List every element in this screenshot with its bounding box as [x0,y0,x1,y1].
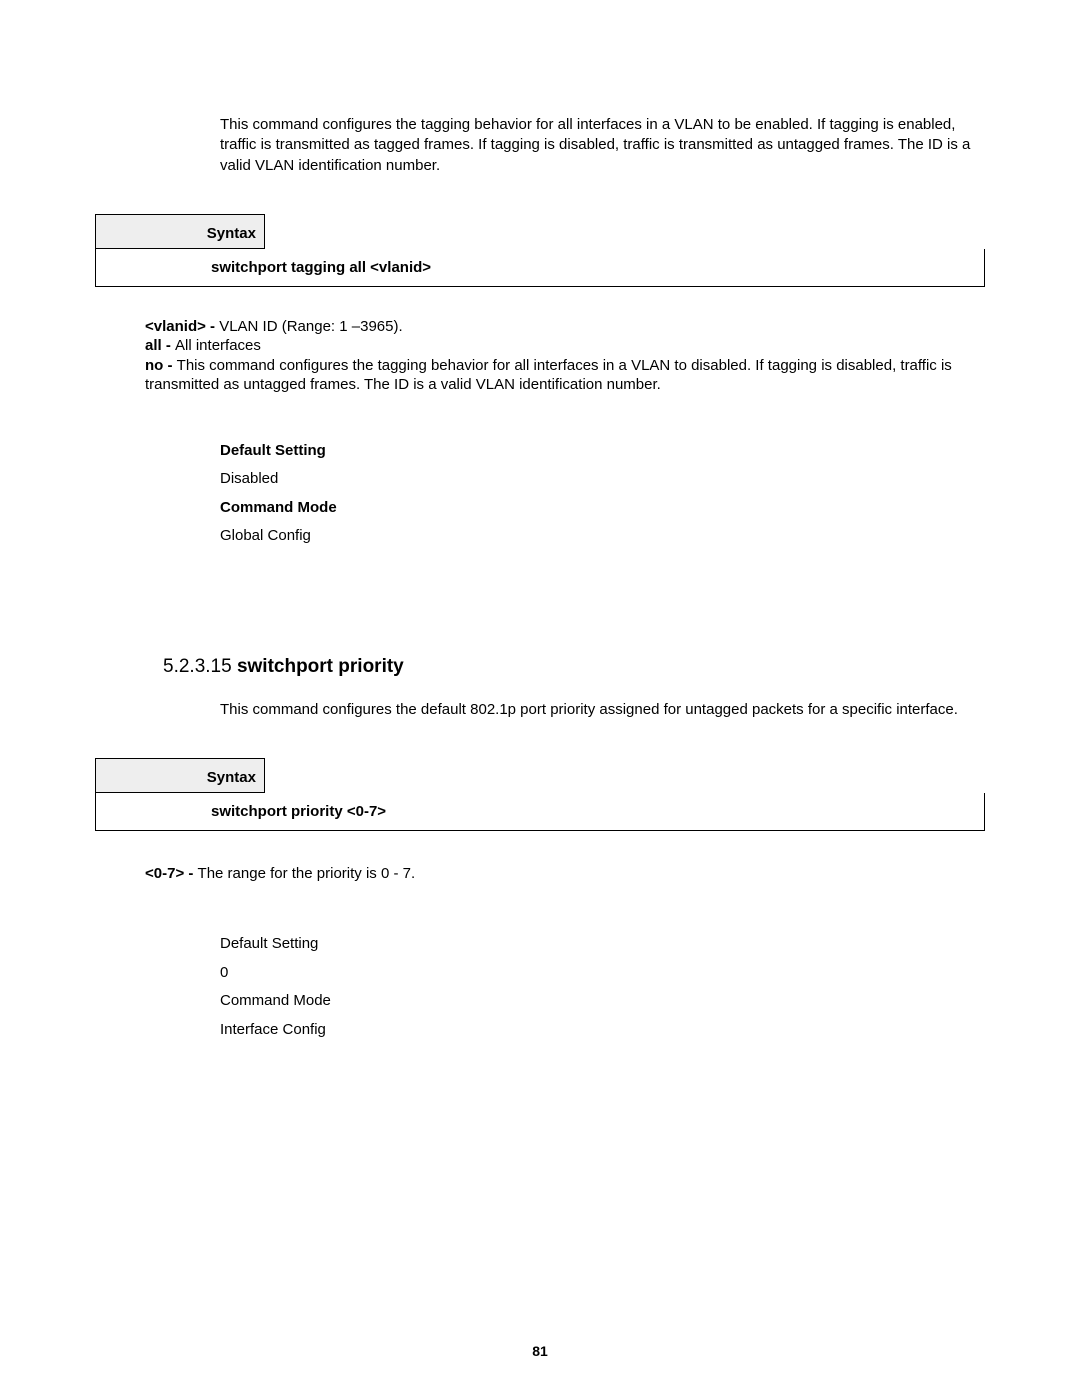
syntax-label-2: Syntax [95,758,265,793]
intro-paragraph-2: This command configures the default 802.… [220,700,985,720]
syntax-command-1: switchport tagging all <vlanid> [95,249,985,287]
default-setting-label-2: Default Setting [220,930,985,959]
syntax-command-text-2: switchport priority <0-7> [211,803,386,820]
section-title: switchport priority [237,656,404,677]
page-number: 81 [0,1343,1080,1359]
param-priority-key: <0-7> - [145,865,198,882]
settings-block-2: Default Setting 0 Command Mode Interface… [220,930,985,1044]
param-priority-range: <0-7> - The range for the priority is 0 … [145,865,985,882]
section-heading: 5.2.3.15 switchport priority [163,656,985,678]
settings-block-1: Default Setting Disabled Command Mode Gl… [220,437,985,551]
default-setting-label-1: Default Setting [220,437,985,466]
param-all: all - All interfaces [145,336,975,356]
section-number: 5.2.3.15 [163,656,237,677]
syntax-box-2: Syntax switchport priority <0-7> [95,758,985,831]
param-all-val: All interfaces [175,337,261,354]
syntax-command-2: switchport priority <0-7> [95,793,985,831]
param-vlanid-val: VLAN ID (Range: 1 –3965). [219,318,402,335]
document-page: This command configures the tagging beha… [0,0,1080,1397]
intro-paragraph-1: This command configures the tagging beha… [220,115,985,176]
param-no: no - This command configures the tagging… [145,356,975,395]
syntax-box-1: Syntax switchport tagging all <vlanid> [95,214,985,287]
param-vlanid: <vlanid> - VLAN ID (Range: 1 –3965). [145,317,975,337]
param-priority-val: The range for the priority is 0 - 7. [198,865,416,882]
param-vlanid-key: <vlanid> - [145,318,219,335]
command-mode-label-1: Command Mode [220,494,985,523]
syntax-label-1: Syntax [95,214,265,249]
default-setting-value-1: Disabled [220,465,985,494]
parameter-list-2: <0-7> - The range for the priority is 0 … [145,865,985,882]
param-no-key: no - [145,357,177,374]
param-all-key: all - [145,337,175,354]
param-no-val: This command configures the tagging beha… [145,357,952,394]
syntax-command-text-1: switchport tagging all <vlanid> [211,259,431,276]
command-mode-label-2: Command Mode [220,987,985,1016]
parameter-list-1: <vlanid> - VLAN ID (Range: 1 –3965). all… [145,317,975,395]
command-mode-value-2: Interface Config [220,1016,985,1045]
command-mode-value-1: Global Config [220,522,985,551]
default-setting-value-2: 0 [220,959,985,988]
